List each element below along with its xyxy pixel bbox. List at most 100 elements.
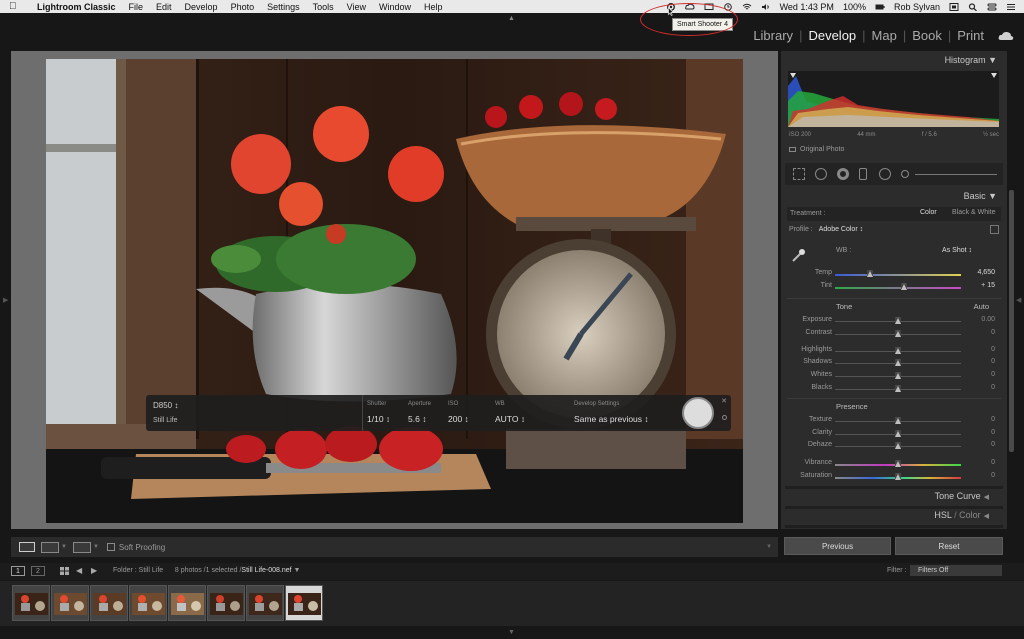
left-panel-toggle-icon[interactable]: ▶ bbox=[3, 296, 8, 304]
module-map[interactable]: Map bbox=[866, 28, 903, 43]
filmstrip-thumbnail[interactable] bbox=[51, 585, 89, 621]
user-name[interactable]: Rob Sylvan bbox=[894, 2, 940, 12]
menu-help[interactable]: Help bbox=[424, 2, 443, 12]
right-panel-scrollbar[interactable] bbox=[1009, 190, 1014, 452]
toolbar-menu-icon[interactable]: ▼ bbox=[766, 544, 772, 550]
menu-develop[interactable]: Develop bbox=[185, 2, 218, 12]
right-panel-toggle-icon[interactable]: ◀ bbox=[1016, 296, 1021, 304]
clarity-slider[interactable]: Clarity 0 bbox=[789, 429, 995, 439]
spot-removal-tool-icon[interactable] bbox=[815, 168, 827, 180]
saturation-slider[interactable]: Saturation 0 bbox=[789, 472, 995, 482]
filter-select[interactable]: Filters Off bbox=[910, 565, 1002, 576]
hud-shutter-field[interactable]: Shutter 1/10 ↕ bbox=[367, 401, 390, 424]
input-source-icon[interactable] bbox=[949, 2, 959, 11]
basic-panel-header[interactable]: Basic ▼ bbox=[964, 191, 997, 201]
module-print[interactable]: Print bbox=[951, 28, 990, 43]
graduated-filter-icon[interactable] bbox=[859, 168, 867, 180]
apple-menu-icon[interactable]:  bbox=[9, 1, 23, 12]
red-eye-tool-icon[interactable] bbox=[837, 168, 849, 180]
menu-photo[interactable]: Photo bbox=[231, 2, 255, 12]
hud-settings-icon[interactable] bbox=[722, 415, 727, 420]
hud-capture-button[interactable] bbox=[682, 397, 714, 429]
primary-window-button[interactable]: 1 bbox=[11, 566, 25, 576]
before-after-tb-button[interactable] bbox=[72, 541, 91, 553]
hud-wb-field[interactable]: WB AUTO ↕ bbox=[495, 401, 525, 424]
control-center-icon[interactable] bbox=[987, 3, 997, 11]
cloud-sync-icon[interactable] bbox=[998, 31, 1014, 41]
temp-slider[interactable]: Temp 4,650 bbox=[789, 269, 995, 279]
histogram-header[interactable]: Histogram ▼ bbox=[945, 55, 997, 65]
hud-aperture-field[interactable]: Aperture 5.6 ↕ bbox=[408, 401, 431, 424]
hud-session-name[interactable]: Still Life bbox=[153, 417, 178, 424]
blacks-slider[interactable]: Blacks 0 bbox=[789, 384, 995, 394]
shadows-slider[interactable]: Shadows 0 bbox=[789, 358, 995, 368]
menu-tools[interactable]: Tools bbox=[313, 2, 334, 12]
wifi-icon[interactable] bbox=[742, 3, 752, 11]
soft-proofing-checkbox[interactable] bbox=[106, 543, 115, 551]
volume-icon[interactable] bbox=[761, 3, 771, 11]
hud-iso-field[interactable]: ISO 200 ↕ bbox=[448, 401, 469, 424]
nav-forward-icon[interactable]: ▶ bbox=[91, 566, 97, 575]
menu-view[interactable]: View bbox=[347, 2, 366, 12]
secondary-window-button[interactable]: 2 bbox=[31, 566, 45, 576]
top-panel-toggle-icon[interactable]: ▲ bbox=[508, 15, 515, 22]
wb-eyedropper-icon[interactable] bbox=[791, 247, 807, 263]
soft-proofing-label: Soft Proofing bbox=[118, 542, 166, 552]
treatment-color-button[interactable]: Color bbox=[920, 209, 937, 216]
menu-file[interactable]: File bbox=[129, 2, 144, 12]
reset-button[interactable]: Reset bbox=[895, 537, 1003, 555]
notification-center-icon[interactable] bbox=[1006, 3, 1016, 11]
clock[interactable]: Wed 1:43 PM bbox=[780, 2, 834, 12]
loupe-view-button[interactable] bbox=[19, 542, 35, 552]
filmstrip-thumbnail[interactable] bbox=[90, 585, 128, 621]
filmstrip-thumbnail[interactable] bbox=[129, 585, 167, 621]
before-after-lr-button[interactable] bbox=[41, 541, 59, 553]
treatment-bw-button[interactable]: Black & White bbox=[952, 209, 996, 216]
profile-row: Profile : Adobe Color ↕ bbox=[789, 225, 999, 234]
menu-app-name[interactable]: Lightroom Classic bbox=[37, 2, 116, 12]
hsl-panel-header[interactable]: HSL / Color ◀ bbox=[934, 510, 989, 520]
filmstrip-thumbnail[interactable] bbox=[168, 585, 206, 621]
menu-settings[interactable]: Settings bbox=[267, 2, 300, 12]
profile-browser-icon[interactable] bbox=[990, 225, 999, 234]
wb-select[interactable]: As Shot ↕ bbox=[942, 247, 972, 254]
exposure-slider[interactable]: Exposure 0.00 bbox=[789, 316, 995, 326]
filmstrip-thumbnail[interactable] bbox=[246, 585, 284, 621]
profile-select[interactable]: Adobe Color ↕ bbox=[819, 226, 863, 233]
texture-slider[interactable]: Texture 0 bbox=[789, 416, 995, 426]
nav-back-icon[interactable]: ◀ bbox=[76, 566, 82, 575]
tone-auto-button[interactable]: Auto bbox=[974, 302, 989, 311]
menu-window[interactable]: Window bbox=[379, 2, 411, 12]
spotlight-search-icon[interactable] bbox=[968, 2, 978, 11]
filmstrip-thumbnail[interactable] bbox=[207, 585, 245, 621]
battery-percent: 100% bbox=[842, 1, 866, 12]
battery-icon[interactable] bbox=[875, 3, 885, 11]
module-library[interactable]: Library bbox=[747, 28, 799, 43]
whites-slider[interactable]: Whites 0 bbox=[789, 371, 995, 381]
highlights-slider[interactable]: Highlights 0 bbox=[789, 346, 995, 356]
original-photo-toggle[interactable]: Original Photo bbox=[789, 146, 844, 153]
dehaze-slider[interactable]: Dehaze 0 bbox=[789, 441, 995, 451]
still-life-photo[interactable] bbox=[46, 59, 743, 523]
tone-curve-panel-header[interactable]: Tone Curve ◀ bbox=[935, 491, 989, 501]
highlight-callout-ellipse bbox=[640, 3, 738, 36]
filmstrip-thumbnail-selected[interactable] bbox=[285, 585, 323, 621]
grid-view-icon[interactable] bbox=[60, 567, 69, 575]
hud-develop-settings-field[interactable]: Develop Settings Same as previous ↕ bbox=[574, 401, 649, 424]
filmstrip-thumbnail[interactable] bbox=[12, 585, 50, 621]
filmstrip-header: 1 2 ◀ ▶ Folder : Still Life 8 photos /1 … bbox=[0, 563, 1024, 580]
hud-camera-select[interactable]: D850 ↕ bbox=[153, 401, 178, 410]
radial-filter-icon[interactable] bbox=[879, 168, 891, 180]
vibrance-slider[interactable]: Vibrance 0 bbox=[789, 459, 995, 469]
module-develop[interactable]: Develop bbox=[802, 28, 862, 43]
bottom-panel-toggle-icon[interactable]: ▼ bbox=[508, 629, 515, 636]
previous-button[interactable]: Previous bbox=[784, 537, 891, 555]
hud-close-icon[interactable]: ✕ bbox=[721, 397, 727, 405]
adjustment-brush-icon[interactable] bbox=[901, 170, 909, 178]
menu-edit[interactable]: Edit bbox=[156, 2, 172, 12]
module-book[interactable]: Book bbox=[906, 28, 948, 43]
filmstrip-source-info[interactable]: Folder : Still Life 8 photos /1 selected… bbox=[113, 567, 300, 574]
contrast-slider[interactable]: Contrast 0 bbox=[789, 329, 995, 339]
tint-slider[interactable]: Tint + 15 bbox=[789, 282, 995, 292]
crop-tool-icon[interactable] bbox=[793, 168, 805, 180]
